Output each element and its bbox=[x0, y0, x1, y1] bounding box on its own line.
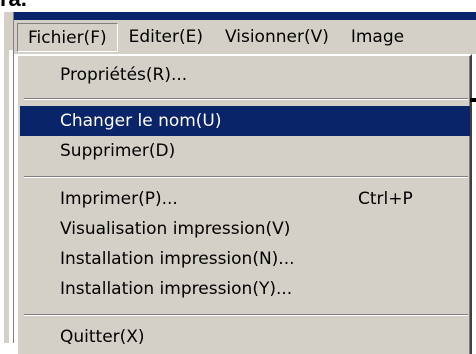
menu-item-print-setup-n[interactable]: Installation impression(N)... bbox=[20, 244, 470, 274]
window-title-bar bbox=[14, 12, 476, 20]
menu-item-print-preview[interactable]: Visualisation impression(V) bbox=[20, 214, 470, 244]
menu-separator bbox=[24, 314, 468, 316]
menubar-fichier[interactable]: Fichier(F) bbox=[17, 22, 118, 52]
menu-item-print[interactable]: Imprimer(P)... Ctrl+P bbox=[20, 184, 470, 214]
menubar-visionner[interactable]: Visionner(V) bbox=[214, 23, 340, 52]
menu-item-label: Imprimer(P)... bbox=[60, 189, 178, 209]
menu-separator bbox=[24, 98, 468, 100]
menu-item-properties[interactable]: Propriétés(R)... bbox=[20, 60, 470, 90]
menu-item-label: Quitter(X) bbox=[60, 327, 145, 347]
menu-item-label: Installation impression(Y)... bbox=[60, 279, 293, 299]
window-client-edge bbox=[9, 50, 13, 343]
menu-item-delete[interactable]: Supprimer(D) bbox=[20, 136, 470, 166]
fichier-dropdown-menu: Propriétés(R)... Changer le nom(U) Suppr… bbox=[16, 54, 472, 354]
menu-separator bbox=[24, 176, 468, 178]
caption-text: ra. bbox=[0, 0, 27, 10]
menu-item-label: Propriétés(R)... bbox=[60, 65, 188, 85]
menu-item-rename[interactable]: Changer le nom(U) bbox=[20, 106, 470, 136]
menu-item-label: Changer le nom(U) bbox=[60, 111, 222, 131]
menu-item-quit[interactable]: Quitter(X) bbox=[20, 322, 470, 352]
menu-item-label: Visualisation impression(V) bbox=[60, 219, 291, 239]
menu-item-label: Installation impression(N)... bbox=[60, 249, 295, 269]
background-window-edge bbox=[470, 98, 476, 102]
menu-item-label: Supprimer(D) bbox=[60, 141, 176, 161]
menu-item-shortcut: Ctrl+P bbox=[358, 189, 413, 209]
menubar-image[interactable]: Image bbox=[340, 23, 415, 52]
menu-item-print-setup-y[interactable]: Installation impression(Y)... bbox=[20, 274, 470, 304]
menubar-editer[interactable]: Editer(E) bbox=[118, 23, 214, 52]
menu-bar: Fichier(F) Editer(E) Visionner(V) Image bbox=[14, 20, 476, 55]
